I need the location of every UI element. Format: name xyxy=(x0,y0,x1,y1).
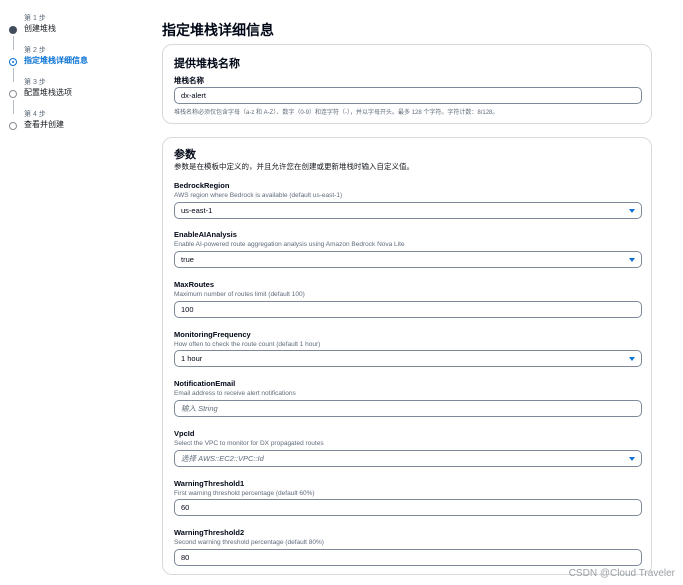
step-pending-icon xyxy=(9,122,17,130)
caret-down-icon xyxy=(629,357,635,361)
param-description: AWS region where Bedrock is available (d… xyxy=(174,192,343,199)
caret-down-icon xyxy=(629,258,635,262)
param-description: Email address to receive alert notificat… xyxy=(174,390,296,397)
notification-email-input[interactable]: 输入 String xyxy=(174,400,642,417)
param-description: How often to check the route count (defa… xyxy=(174,341,321,348)
param-label: VpcId xyxy=(174,429,195,438)
stack-name-constraint: 堆栈名称必须仅包含字母（a-z 和 A-Z）、数字（0-9）和连字符（-），并以… xyxy=(174,110,499,116)
step-label[interactable]: 创建堆栈 xyxy=(24,23,148,34)
parameters-card: 参数 参数是在模板中定义的，并且允许您在创建或更新堆栈时输入自定义值。 Bedr… xyxy=(162,137,652,575)
enable-ai-analysis-select[interactable]: true xyxy=(174,251,642,268)
select-value: true xyxy=(181,255,194,264)
stack-name-label: 堆栈名称 xyxy=(174,76,204,85)
param-description: First warning threshold percentage (defa… xyxy=(174,490,315,497)
warning-threshold-1-input[interactable]: 60 xyxy=(174,499,642,516)
param-label: WarningThreshold2 xyxy=(174,528,245,537)
monitoring-frequency-select[interactable]: 1 hour xyxy=(174,350,642,367)
step-4[interactable]: 第 4 步 查看并创建 xyxy=(8,110,148,142)
param-description: Second warning threshold percentage (def… xyxy=(174,539,324,546)
step-number: 第 2 步 xyxy=(24,47,46,54)
section-description: 参数是在模板中定义的，并且允许您在创建或更新堆栈时输入自定义值。 xyxy=(174,162,414,171)
select-value: us-east-1 xyxy=(181,206,213,215)
param-label: MonitoringFrequency xyxy=(174,330,251,339)
param-description: Enable AI-powered route aggregation anal… xyxy=(174,241,405,248)
param-label: BedrockRegion xyxy=(174,181,230,190)
param-label: EnableAIAnalysis xyxy=(174,230,237,239)
vpc-id-select[interactable]: 选择 AWS::EC2::VPC::Id xyxy=(174,450,642,467)
watermark: CSDN @Cloud Traveler xyxy=(568,568,675,579)
section-title: 参数 xyxy=(174,149,196,161)
step-3[interactable]: 第 3 步 配置堆栈选项 xyxy=(8,78,148,114)
caret-down-icon xyxy=(629,457,635,461)
stack-name-input[interactable]: dx-alert xyxy=(174,87,642,104)
select-placeholder: 选择 AWS::EC2::VPC::Id xyxy=(181,454,264,463)
param-description: Select the VPC to monitor for DX propaga… xyxy=(174,440,324,447)
step-pending-icon xyxy=(9,90,17,98)
page-title: 指定堆栈详细信息 xyxy=(162,22,274,38)
step-1[interactable]: 第 1 步 创建堆栈 xyxy=(8,14,148,50)
step-number: 第 1 步 xyxy=(24,15,46,22)
param-label: WarningThreshold1 xyxy=(174,479,245,488)
section-title: 提供堆栈名称 xyxy=(174,58,240,70)
max-routes-input[interactable]: 100 xyxy=(174,301,642,318)
step-2[interactable]: 第 2 步 指定堆栈详细信息 xyxy=(8,46,148,82)
param-description: Maximum number of routes limit (default … xyxy=(174,291,305,298)
param-label: NotificationEmail xyxy=(174,379,236,388)
caret-down-icon xyxy=(629,209,635,213)
step-number: 第 3 步 xyxy=(24,79,46,86)
stack-name-card: 提供堆栈名称 堆栈名称 dx-alert 堆栈名称必须仅包含字母（a-z 和 A… xyxy=(162,44,652,124)
param-label: MaxRoutes xyxy=(174,280,215,289)
bedrock-region-select[interactable]: us-east-1 xyxy=(174,202,642,219)
step-number: 第 4 步 xyxy=(24,111,46,118)
step-label[interactable]: 指定堆栈详细信息 xyxy=(24,55,148,66)
step-complete-icon xyxy=(9,26,17,34)
wizard-steps: 第 1 步 创建堆栈 第 2 步 指定堆栈详细信息 第 3 步 配置堆栈选项 第… xyxy=(8,14,148,142)
step-label[interactable]: 查看并创建 xyxy=(24,119,148,130)
warning-threshold-2-input[interactable]: 80 xyxy=(174,549,642,566)
step-label[interactable]: 配置堆栈选项 xyxy=(24,87,148,98)
step-current-icon xyxy=(9,58,17,66)
select-value: 1 hour xyxy=(181,354,203,363)
